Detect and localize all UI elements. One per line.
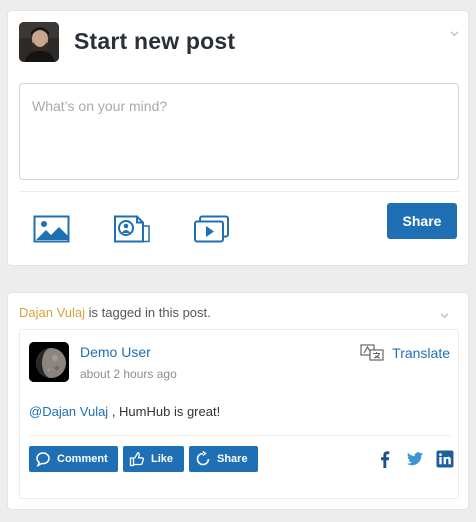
tagged-user-link[interactable]: Dajan Vulaj (19, 305, 85, 320)
author-link[interactable]: Demo User (80, 344, 151, 360)
share-label: Share (217, 453, 248, 465)
translate-label: Translate (392, 345, 450, 361)
like-button[interactable]: Like (123, 446, 184, 472)
comment-button[interactable]: Comment (29, 446, 118, 472)
file-icon[interactable] (113, 214, 151, 244)
post-message: , HumHub is great! (108, 404, 221, 419)
post-entry-panel: Dajan Vulaj is tagged in this post. Demo… (7, 292, 469, 510)
comment-label: Comment (57, 453, 108, 465)
post-input[interactable] (19, 83, 459, 180)
post-composer-panel: Start new post Share (7, 10, 469, 266)
page-title: Start new post (74, 28, 236, 54)
divider (19, 191, 459, 192)
video-icon[interactable] (193, 214, 231, 244)
twitter-icon[interactable] (406, 450, 424, 468)
thumbs-up-icon (129, 451, 145, 467)
share-icon (195, 451, 211, 467)
linkedin-icon[interactable] (436, 450, 454, 468)
image-icon[interactable] (33, 214, 71, 244)
tag-notice: Dajan Vulaj is tagged in this post. (19, 305, 211, 320)
like-label: Like (151, 453, 174, 465)
comment-icon (35, 451, 51, 467)
translate-button[interactable]: Translate (360, 344, 450, 362)
chevron-down-icon[interactable] (440, 311, 449, 320)
post-card: Demo User about 2 hours ago Translate @D… (19, 329, 459, 499)
avatar (19, 22, 59, 62)
avatar[interactable] (29, 342, 69, 382)
social-share (376, 450, 454, 468)
share-post-button[interactable]: Share (189, 446, 258, 472)
share-button[interactable]: Share (387, 203, 457, 239)
post-actions: Comment Like Share (29, 446, 258, 472)
facebook-icon[interactable] (376, 450, 394, 468)
mention-link[interactable]: @Dajan Vulaj (29, 404, 108, 419)
chevron-down-icon[interactable] (450, 29, 459, 38)
translate-icon (360, 344, 384, 362)
post-content: @Dajan Vulaj , HumHub is great! (29, 404, 220, 419)
timestamp[interactable]: about 2 hours ago (80, 367, 177, 381)
tag-notice-text: is tagged in this post. (85, 305, 211, 320)
divider (29, 435, 451, 436)
